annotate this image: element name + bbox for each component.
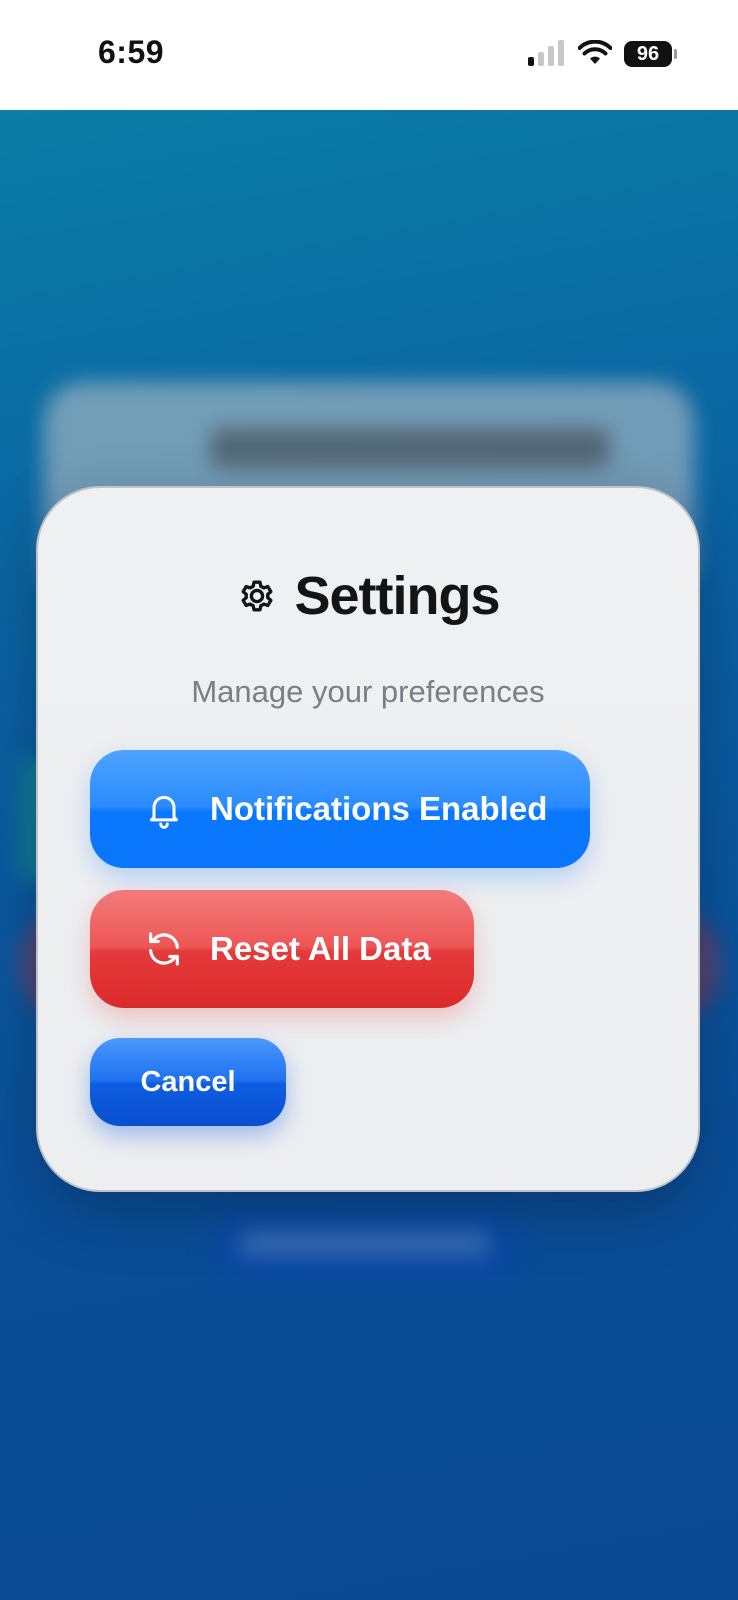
screen: 6:59 96 Settings Manage your preferences… [0, 0, 738, 1600]
refresh-icon [149, 932, 179, 966]
notifications-button-label: Notifications Enabled [210, 790, 548, 827]
background-card-text-placeholder [210, 428, 610, 468]
cancel-button[interactable]: Cancel [90, 1038, 286, 1126]
bell-icon [150, 795, 178, 829]
cellular-signal-icon [528, 40, 568, 66]
gear-icon [241, 580, 273, 612]
status-bar: 6:59 96 [0, 0, 738, 110]
status-time: 6:59 [98, 34, 165, 70]
modal-header: Settings [38, 556, 698, 636]
reset-button-label: Reset All Data [210, 930, 431, 967]
reset-all-data-button[interactable]: Reset All Data [90, 890, 474, 1008]
battery-indicator: 96 [624, 41, 672, 67]
notifications-toggle-button[interactable]: Notifications Enabled [90, 750, 590, 868]
modal-title: Settings [294, 566, 500, 626]
battery-tip [674, 49, 677, 59]
modal-subtitle: Manage your preferences [191, 674, 545, 709]
wifi-icon [578, 40, 612, 64]
background-pill-text-placeholder [240, 1230, 490, 1256]
settings-modal: Settings Manage your preferences Notific… [36, 486, 700, 1192]
